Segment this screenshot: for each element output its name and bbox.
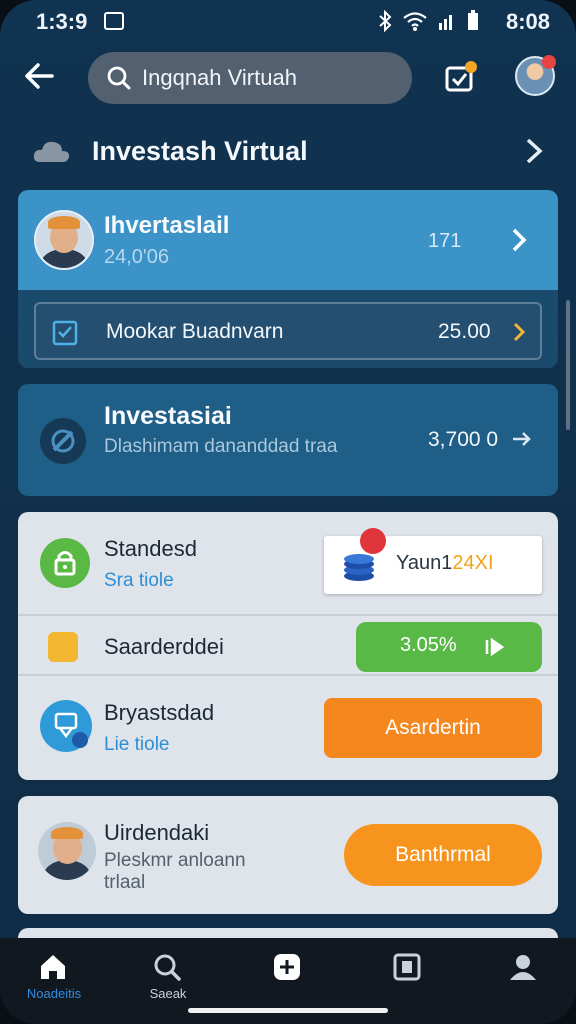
chevron-right-icon[interactable]: [510, 228, 528, 252]
section-title: Investash Virtual: [92, 135, 308, 166]
options-group: Standesd Sra tiole Yaun124XI Saarderddei…: [18, 512, 558, 780]
alert-badge-icon: [360, 528, 386, 554]
battery-icon: [468, 10, 478, 30]
primary-action-button[interactable]: Banthrmal: [344, 824, 542, 886]
list-item-standard[interactable]: Standesd Sra tiole Yaun124XI: [18, 512, 558, 616]
section-header[interactable]: Investash Virtual: [18, 118, 558, 184]
rate-value: 3.05%: [400, 634, 457, 656]
list-item-rate[interactable]: Saarderddei 3.05%: [18, 616, 558, 676]
profile-title: Uirdendaki: [104, 820, 210, 845]
document-check-icon: [52, 320, 78, 346]
list-item-subtitle: Lie tiole: [104, 734, 170, 755]
list-item-title: Bryastsdad: [104, 700, 215, 725]
rate-pill[interactable]: 3.05%: [356, 622, 542, 672]
chevron-right-icon[interactable]: [512, 322, 526, 342]
market-row[interactable]: Mookar Buadnvarn 25.00: [34, 302, 542, 360]
no-sign-icon: [40, 418, 86, 464]
card-highlight: [18, 190, 558, 290]
profile-description: Pleskmr anloann trlaal: [104, 850, 246, 893]
profile-card[interactable]: Uirdendaki Pleskmr anloann trlaal Banthr…: [18, 796, 558, 914]
forward-icon: [485, 637, 505, 657]
profile-avatar[interactable]: [515, 55, 556, 96]
arrow-right-icon[interactable]: [512, 430, 532, 448]
back-arrow-icon[interactable]: [22, 58, 58, 94]
home-indicator[interactable]: [188, 1008, 388, 1013]
investasi-description: Dlashimam dananddad traa: [104, 436, 338, 457]
action-button[interactable]: Asardertin: [324, 698, 542, 758]
investasi-card[interactable]: Investasiai Dlashimam dananddad traa 3,7…: [18, 384, 558, 496]
home-icon: [41, 955, 65, 979]
status-icons: [378, 10, 480, 32]
nav-item-home[interactable]: Noadeitis: [4, 938, 104, 1024]
status-time-right: 8:08: [505, 9, 550, 34]
yield-chip-text: Yaun124XI: [396, 552, 494, 574]
list-item-bryastsdad[interactable]: Bryastsdad Lie tiole Asardertin: [18, 676, 558, 780]
phone-screen: 1:3:9 8:08 Investash Virtual Ihvertaslai…: [0, 0, 576, 1024]
lock-icon: [40, 538, 90, 588]
wifi-icon: [403, 12, 427, 31]
scrollbar[interactable]: [566, 300, 570, 430]
market-value: 25.00: [438, 320, 491, 343]
list-item-subtitle: Sra tiole: [104, 570, 174, 591]
card-count: 171: [428, 230, 462, 252]
notification-bell-icon[interactable]: [444, 60, 478, 94]
status-time: 1:3:9: [36, 9, 88, 34]
signal-icon: [439, 15, 452, 30]
coin-icon: [48, 632, 78, 662]
book-icon: [393, 953, 421, 981]
nav-label: Saeak: [149, 986, 187, 1001]
user-avatar: [34, 210, 94, 270]
market-label: Mookar Buadnvarn: [106, 320, 284, 343]
investasi-title: Investasiai: [104, 402, 232, 430]
card-user-name: Ihvertaslail: [104, 212, 230, 239]
card-user-amount: 24,0'06: [104, 246, 169, 268]
notification-app-icon: [104, 12, 124, 30]
avatar-badge: [542, 55, 556, 69]
search-icon: [107, 66, 131, 90]
yield-chip[interactable]: Yaun124XI: [324, 528, 542, 594]
map-pin-icon: [40, 700, 92, 752]
chevron-right-icon[interactable]: [522, 137, 546, 165]
search-icon: [154, 954, 181, 981]
investasi-value: 3,700 0: [428, 428, 499, 451]
search-bar[interactable]: [88, 52, 412, 104]
status-bar: 1:3:9 8:08: [0, 0, 576, 42]
add-icon: [274, 954, 300, 980]
list-item-title: Standesd: [104, 536, 197, 561]
person-icon: [510, 955, 536, 980]
search-input[interactable]: [142, 65, 392, 91]
nav-label: Noadeitis: [26, 986, 82, 1001]
coins-icon: [344, 554, 374, 581]
user-avatar: [38, 822, 96, 880]
cloud-icon: [33, 141, 70, 162]
bluetooth-icon: [379, 10, 392, 32]
top-app-bar: [0, 42, 576, 114]
investment-card[interactable]: Ihvertaslail 24,0'06 171 Mookar Buadnvar…: [18, 190, 558, 368]
list-item-title: Saarderddei: [104, 634, 224, 659]
nav-item-profile[interactable]: [474, 938, 574, 1024]
